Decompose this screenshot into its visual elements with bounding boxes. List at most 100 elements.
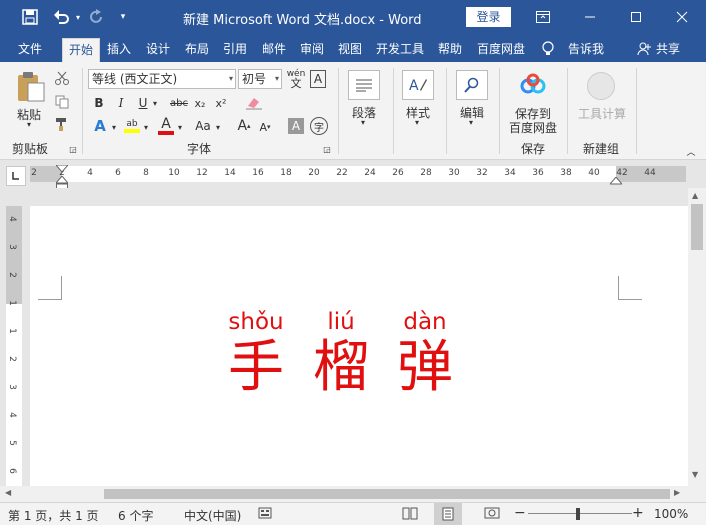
format-painter-icon[interactable] xyxy=(54,116,70,132)
share-icon[interactable] xyxy=(637,38,651,62)
char-border-icon[interactable]: A xyxy=(310,70,326,88)
baidu-netdisk-label[interactable]: 百度网盘 xyxy=(509,119,557,136)
scroll-up-icon[interactable]: ▲ xyxy=(692,191,698,200)
editing-icon[interactable] xyxy=(456,70,488,100)
right-indent-icon[interactable] xyxy=(608,174,624,185)
paragraph-dropdown-icon[interactable]: ▾ xyxy=(361,118,365,127)
bold-button[interactable]: B xyxy=(92,94,106,112)
zoom-out-icon[interactable]: − xyxy=(514,505,526,521)
superscript-button[interactable]: x² xyxy=(213,94,229,112)
editing-dropdown-icon[interactable]: ▾ xyxy=(469,118,473,127)
font-color-dropdown-icon[interactable]: ▾ xyxy=(176,118,184,136)
ruler-tick-label: 12 xyxy=(196,168,208,178)
redo-icon[interactable] xyxy=(86,7,106,27)
scroll-right-icon[interactable]: ▶ xyxy=(674,488,680,497)
zoom-level[interactable]: 100% xyxy=(654,507,688,521)
tab-layout[interactable]: 布局 xyxy=(185,38,209,62)
tab-help[interactable]: 帮助 xyxy=(438,38,462,62)
pinyin-shou[interactable]: shǒu xyxy=(228,309,283,335)
lightbulb-icon[interactable] xyxy=(542,38,554,62)
styles-dropdown-icon[interactable]: ▾ xyxy=(415,118,419,127)
vertical-scrollbar[interactable]: ▲ ▼ xyxy=(688,188,706,486)
zoom-slider-thumb[interactable] xyxy=(576,508,580,520)
customize-toolbar-icon[interactable]: ▾ xyxy=(116,7,130,27)
scroll-left-icon[interactable]: ◀ xyxy=(5,488,11,497)
tab-home[interactable]: 开始 xyxy=(62,38,101,62)
vertical-ruler-tick-label: 3 xyxy=(6,384,17,390)
underline-button[interactable]: U xyxy=(136,94,150,112)
tab-design[interactable]: 设计 xyxy=(146,38,170,62)
char-shading-button[interactable]: A xyxy=(288,118,304,134)
subscript-button[interactable]: x₂ xyxy=(192,94,208,112)
font-size-select[interactable]: 初号 ▾ xyxy=(238,69,282,89)
font-family-select[interactable]: 等线 (西文正文) ▾ xyxy=(88,69,236,89)
copy-icon[interactable] xyxy=(54,94,70,110)
vertical-ruler[interactable]: 4 3 2 1 1 2 3 4 5 6 xyxy=(6,206,22,486)
pinyin-liu[interactable]: liú xyxy=(327,309,354,335)
cut-icon[interactable] xyxy=(54,70,70,86)
share-button[interactable]: 共享 xyxy=(656,38,680,62)
hanzi-liu[interactable]: 榴 xyxy=(313,334,369,401)
text-effects-icon[interactable]: A xyxy=(90,116,110,136)
login-button[interactable]: 登录 xyxy=(466,7,511,27)
paste-dropdown-icon[interactable]: ▾ xyxy=(27,120,31,129)
undo-icon[interactable] xyxy=(50,7,74,27)
collapse-ribbon-icon[interactable]: ︿ xyxy=(684,146,698,158)
highlight-dropdown-icon[interactable]: ▾ xyxy=(142,118,150,136)
font-color-icon[interactable]: A xyxy=(156,116,176,136)
scroll-down-icon[interactable]: ▼ xyxy=(692,470,698,479)
paragraph-icon[interactable] xyxy=(348,70,380,100)
tab-file[interactable]: 文件 xyxy=(18,38,42,62)
phonetic-guide-icon[interactable]: wén 文 xyxy=(286,68,306,90)
close-icon[interactable] xyxy=(659,0,705,34)
undo-dropdown-icon[interactable]: ▾ xyxy=(73,7,83,27)
zoom-slider-track[interactable] xyxy=(528,513,632,514)
word-count[interactable]: 6 个字 xyxy=(118,507,153,524)
document-page[interactable]: shǒu liú dàn 手 榴 弹 xyxy=(30,206,688,486)
highlight-icon[interactable]: ab xyxy=(122,116,142,136)
italic-button[interactable]: I xyxy=(114,94,128,112)
clipboard-launcher-icon[interactable]: ◲ xyxy=(68,144,78,154)
web-layout-icon[interactable] xyxy=(484,506,500,523)
language[interactable]: 中文(中国) xyxy=(184,507,241,524)
styles-icon[interactable]: A xyxy=(402,70,434,100)
strikethrough-button[interactable]: abc xyxy=(168,94,190,112)
baidu-netdisk-icon[interactable] xyxy=(518,70,548,100)
tab-mailings[interactable]: 邮件 xyxy=(262,38,286,62)
shrink-font-button[interactable]: A ▾ xyxy=(258,118,272,136)
save-icon[interactable] xyxy=(20,7,40,27)
enclose-chars-icon[interactable]: 字 xyxy=(310,117,328,135)
tab-developer[interactable]: 开发工具 xyxy=(376,38,424,62)
horizontal-scroll-thumb[interactable] xyxy=(104,489,670,499)
change-case-button[interactable]: Aa xyxy=(192,116,214,136)
tab-selector-icon[interactable] xyxy=(6,166,26,186)
tab-baidu-netdisk[interactable]: 百度网盘 xyxy=(477,38,525,62)
macro-record-icon[interactable] xyxy=(258,506,272,523)
hanzi-shou[interactable]: 手 xyxy=(228,334,284,401)
tab-references[interactable]: 引用 xyxy=(223,38,247,62)
ribbon-display-icon[interactable] xyxy=(520,0,566,34)
tab-view[interactable]: 视图 xyxy=(338,38,362,62)
text-effects-dropdown-icon[interactable]: ▾ xyxy=(110,118,118,136)
pinyin-dan[interactable]: dàn xyxy=(403,309,446,335)
tab-review[interactable]: 审阅 xyxy=(300,38,324,62)
tab-insert[interactable]: 插入 xyxy=(107,38,131,62)
minimize-icon[interactable] xyxy=(567,0,613,34)
clear-formatting-icon[interactable] xyxy=(245,94,263,112)
first-line-indent-icon[interactable] xyxy=(54,162,70,173)
horizontal-ruler[interactable]: 2 2 4 6 8 10 12 14 16 18 20 22 24 26 28 30 32 34 36 38 40 42 4… xyxy=(30,164,686,192)
horizontal-scrollbar[interactable]: ◀ ▶ xyxy=(0,486,706,502)
underline-dropdown-icon[interactable]: ▾ xyxy=(151,94,159,112)
page-count[interactable]: 第 1 页，共 1 页 xyxy=(8,507,99,524)
tell-me-search[interactable]: 告诉我 xyxy=(568,38,604,62)
maximize-icon[interactable] xyxy=(613,0,659,34)
grow-font-button[interactable]: A ▴ xyxy=(236,116,252,136)
change-case-dropdown-icon[interactable]: ▾ xyxy=(214,118,222,136)
hanzi-dan[interactable]: 弹 xyxy=(397,334,453,401)
font-launcher-icon[interactable]: ◲ xyxy=(322,144,332,154)
read-mode-icon[interactable] xyxy=(402,506,418,523)
vertical-scroll-thumb[interactable] xyxy=(691,204,703,250)
print-layout-icon[interactable] xyxy=(434,503,462,525)
zoom-in-icon[interactable]: + xyxy=(632,505,644,521)
paste-icon[interactable] xyxy=(14,70,48,104)
